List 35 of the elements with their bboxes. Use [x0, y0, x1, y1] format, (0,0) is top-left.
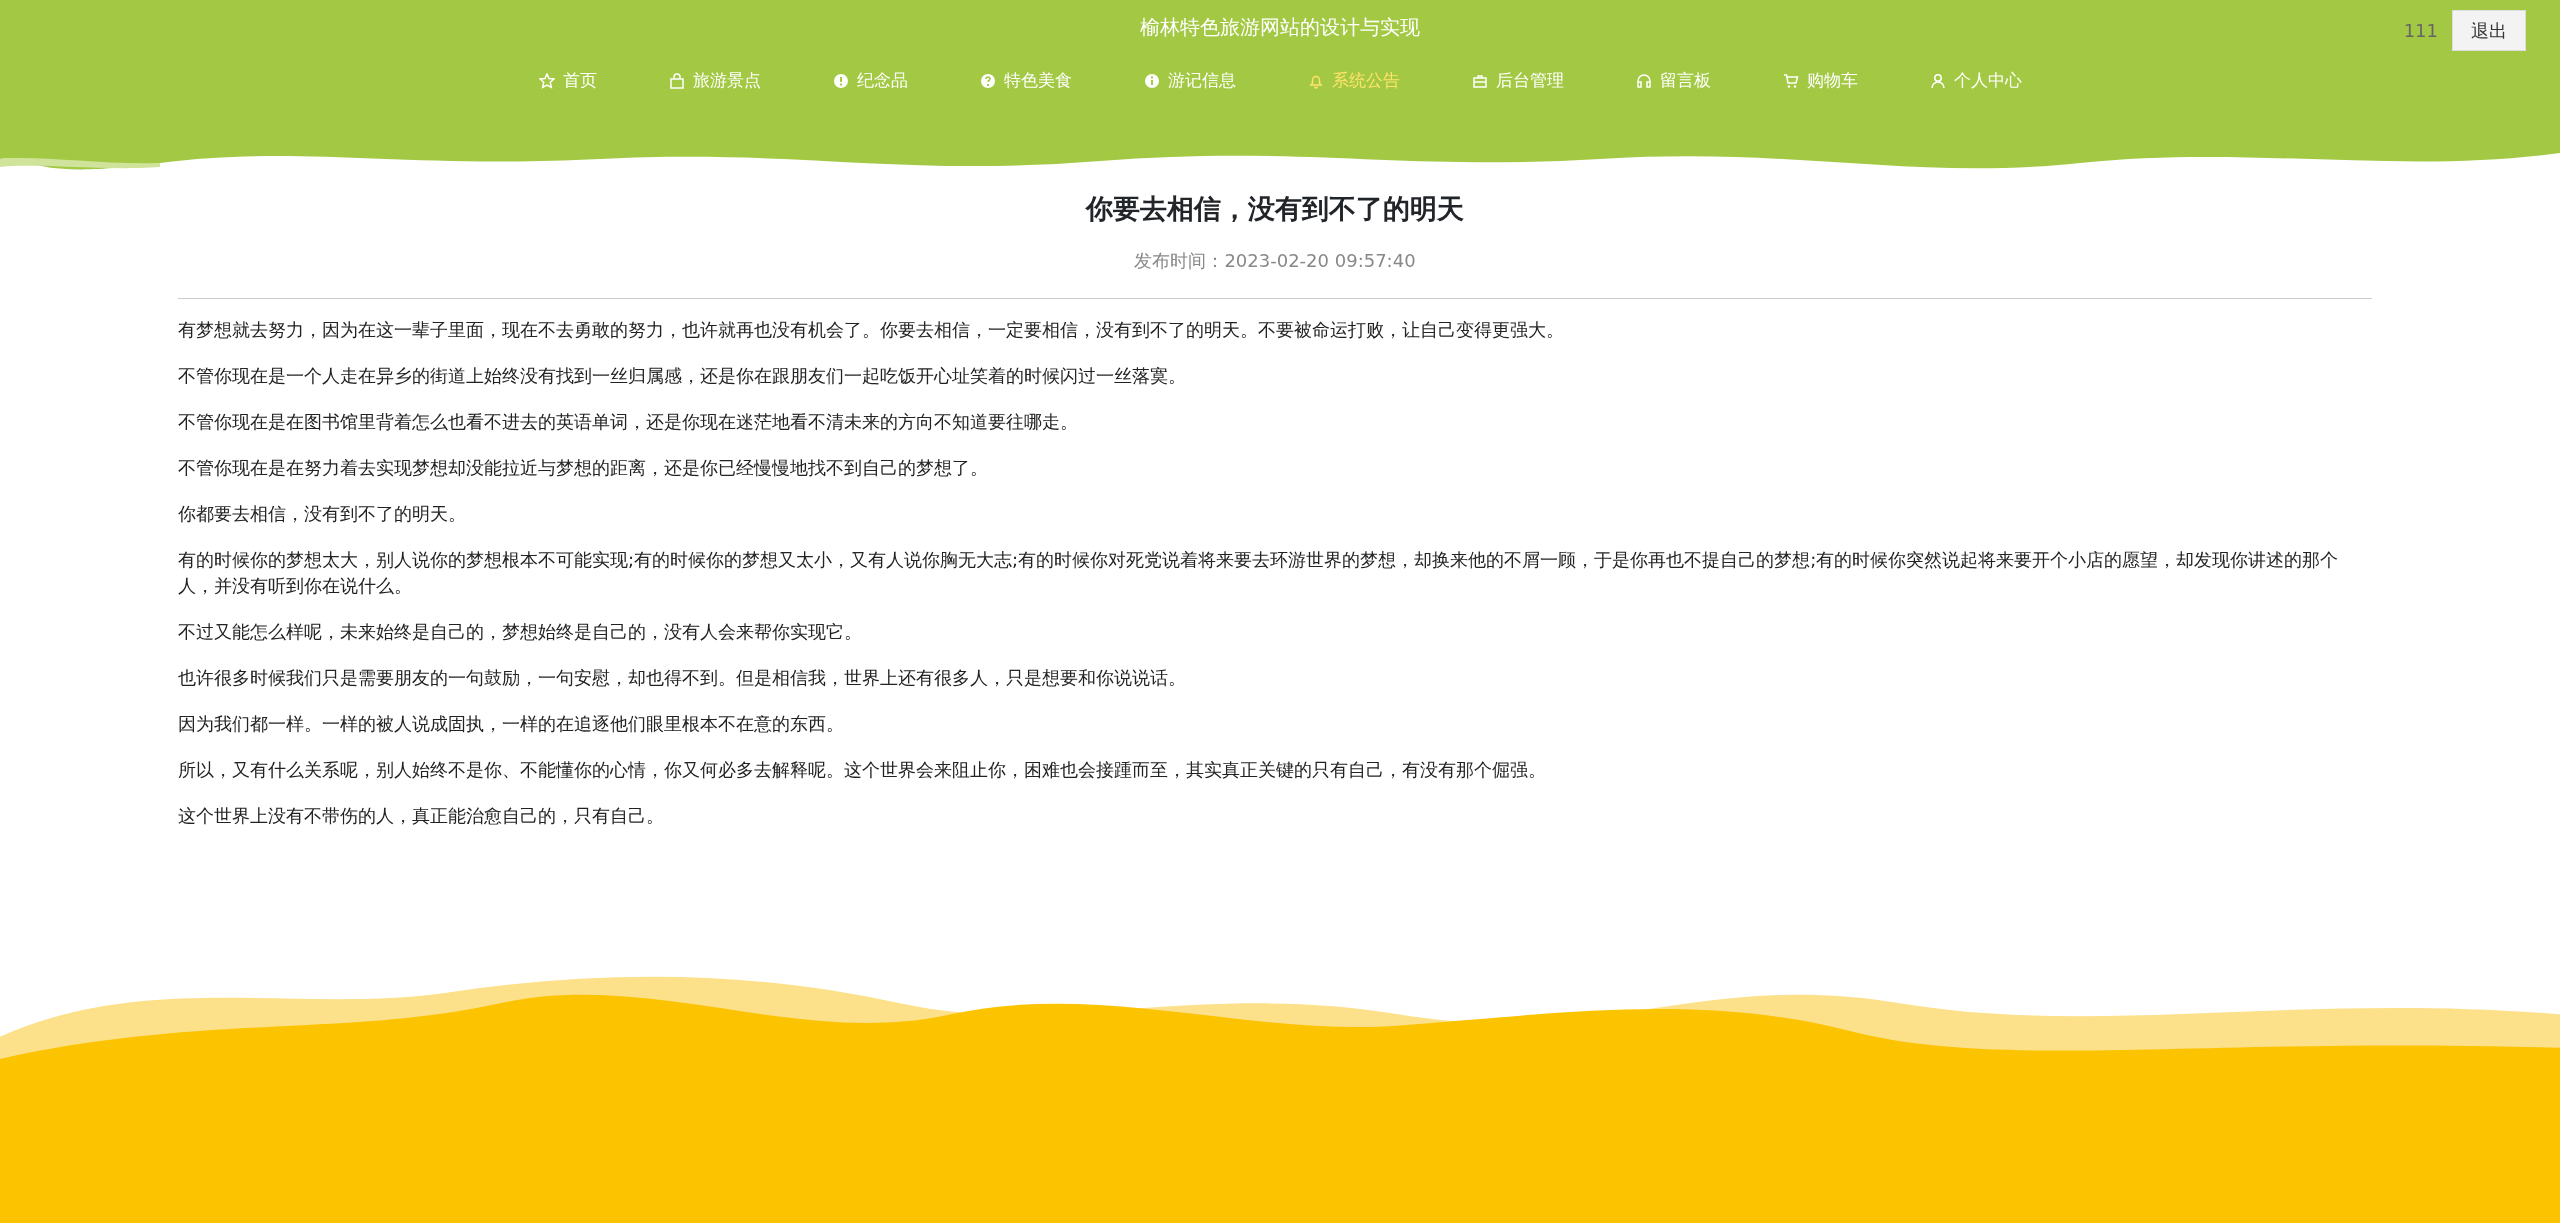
nav-link[interactable]: 留言板 — [1635, 68, 1711, 94]
nav-link[interactable]: 特色美食 — [979, 68, 1072, 94]
article-paragraph: 不过又能怎么样呢，未来始终是自己的，梦想始终是自己的，没有人会来帮你实现它。 — [178, 620, 863, 645]
article-title: 你要去相信，没有到不了的明天 — [1084, 193, 1465, 226]
nav-link[interactable]: 系统公告 — [1307, 68, 1400, 94]
question-icon — [979, 72, 996, 89]
bag-icon — [668, 72, 685, 89]
logout-button[interactable]: 退出 — [2452, 10, 2526, 51]
article-paragraph: 你都要去相信，没有到不了的明天。 — [178, 502, 467, 527]
headset-icon — [1635, 72, 1652, 89]
username: 111 — [2403, 19, 2438, 43]
nav-link[interactable]: 购物车 — [1782, 68, 1858, 94]
nav-link[interactable]: 纪念品 — [832, 68, 908, 94]
nav-link[interactable]: 个人中心 — [1929, 68, 2022, 94]
nav-link[interactable]: 后台管理 — [1471, 68, 1564, 94]
star-icon — [538, 72, 555, 89]
info-icon — [1143, 72, 1160, 89]
article-paragraph: 不管你现在是在图书馆里背着怎么也看不进去的英语单词，还是你现在迷茫地看不清未来的方向不知道要往哪走。 — [178, 410, 1079, 435]
site-title: 榆林特色旅游网站的设计与实现 — [1140, 14, 1420, 41]
nav-link[interactable]: 首页 — [538, 68, 597, 94]
article-paragraph: 所以，又有什么关系呢，别人始终不是你、不能懂你的心情，你又何必多去解释呢。这个世界会来阻止你，困难也会接踵而至，其实真正关键的只有自己，有没有那个倔强。 — [178, 758, 1547, 783]
alert-icon — [832, 72, 849, 89]
article-paragraph: 有的时候你的梦想太大，别人说你的梦想根本不可能实现;有的时候你的梦想又太小，又有人说你胸无大志;有的时候你对死党说着将来要去环游世界的梦想，却换来他的不屑一顾，于是你再也不提自己的梦想;有的时候你突然说起将来要开个小店的愿望，却发现你讲述的那个人，并没有听到你在说什么。 — [178, 548, 2340, 599]
article-paragraph: 不管你现在是在努力着去实现梦想却没能拉近与梦想的距离，还是你已经慢慢地找不到自己的梦想了。 — [178, 456, 989, 481]
nav-link[interactable]: 旅游景点 — [668, 68, 761, 94]
article-paragraph: 这个世界上没有不带伤的人，真正能治愈自己的，只有自己。 — [178, 804, 665, 829]
nav-link[interactable]: 游记信息 — [1143, 68, 1236, 94]
article-paragraph: 因为我们都一样。一样的被人说成固执，一样的在追逐他们眼里根本不在意的东西。 — [178, 712, 845, 737]
publish-time: 发布时间：2023-02-20 09:57:40 — [1133, 249, 1417, 274]
cart-icon — [1782, 72, 1799, 89]
article-paragraph: 有梦想就去努力，因为在这一辈子里面，现在不去勇敢的努力，也许就再也没有机会了。你要去相信，一定要相信，没有到不了的明天。不要被命运打败，让自己变得更强大。 — [178, 318, 1565, 343]
briefcase-icon — [1471, 72, 1488, 89]
article-paragraph: 也许很多时候我们只是需要朋友的一句鼓励，一句安慰，却也得不到。但是相信我，世界上还有很多人，只是想要和你说说话。 — [178, 666, 1187, 691]
article-paragraph: 不管你现在是一个人走在异乡的街道上始终没有找到一丝归属感，还是你在跟朋友们一起吃饭开心址笑着的时候闪过一丝落寞。 — [178, 364, 1187, 389]
person-icon — [1929, 72, 1946, 89]
